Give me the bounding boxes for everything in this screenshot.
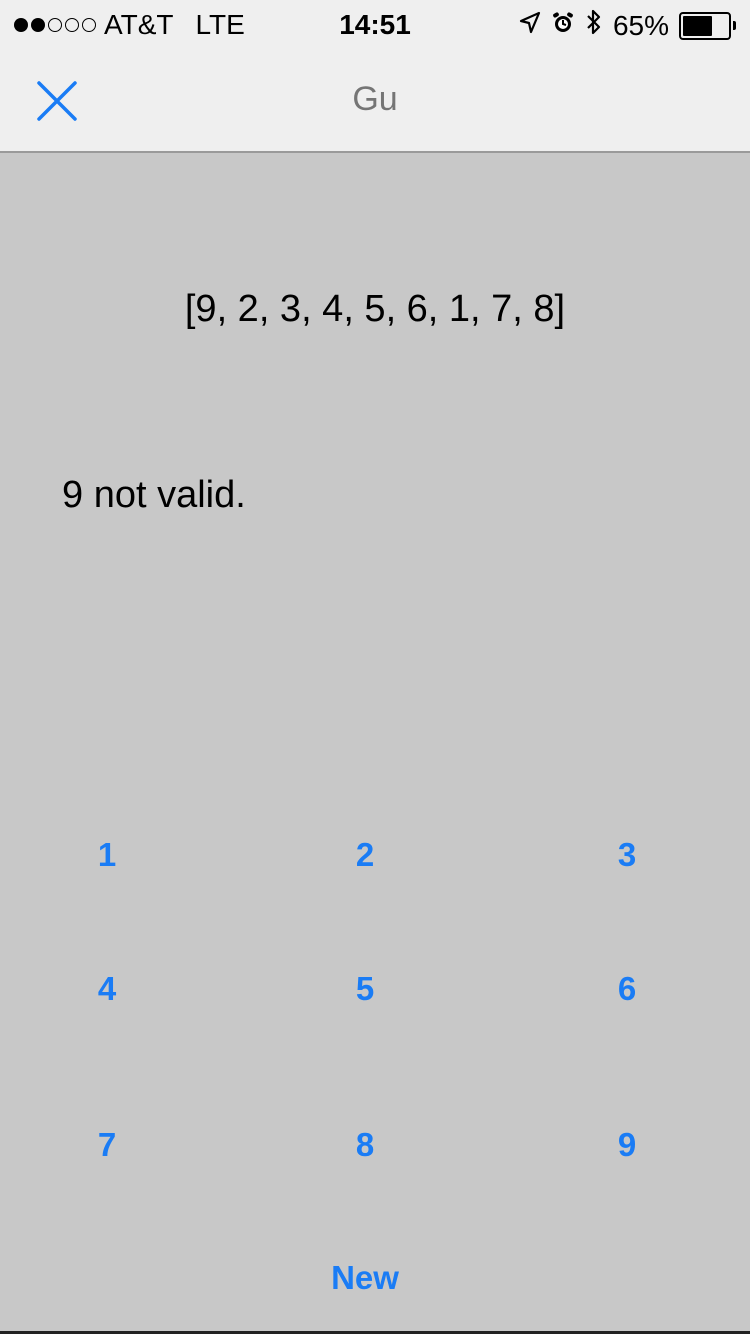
nav-title: Gu: [352, 80, 398, 118]
location-arrow-icon: [519, 10, 541, 42]
status-bar: AT&T LTE 14:51 65%: [0, 0, 750, 50]
key-3[interactable]: 3: [567, 820, 687, 890]
new-button[interactable]: New: [275, 1243, 455, 1313]
status-right: 65%: [519, 8, 736, 43]
battery-percent: 65%: [612, 9, 669, 41]
validation-message: 9 not valid.: [62, 474, 246, 516]
sequence-display: [9, 2, 3, 4, 5, 6, 1, 7, 8]: [184, 288, 566, 330]
key-5[interactable]: 5: [305, 954, 425, 1024]
key-8[interactable]: 8: [305, 1110, 425, 1180]
key-7[interactable]: 7: [47, 1110, 167, 1180]
key-9[interactable]: 9: [567, 1110, 687, 1180]
navigation-bar: Gu: [0, 50, 750, 153]
key-1[interactable]: 1: [47, 820, 167, 890]
battery-icon: [679, 11, 736, 40]
key-4[interactable]: 4: [47, 954, 167, 1024]
alarm-icon: [551, 10, 575, 42]
key-2[interactable]: 2: [305, 820, 425, 890]
key-6[interactable]: 6: [567, 954, 687, 1024]
bluetooth-icon: [585, 8, 603, 43]
